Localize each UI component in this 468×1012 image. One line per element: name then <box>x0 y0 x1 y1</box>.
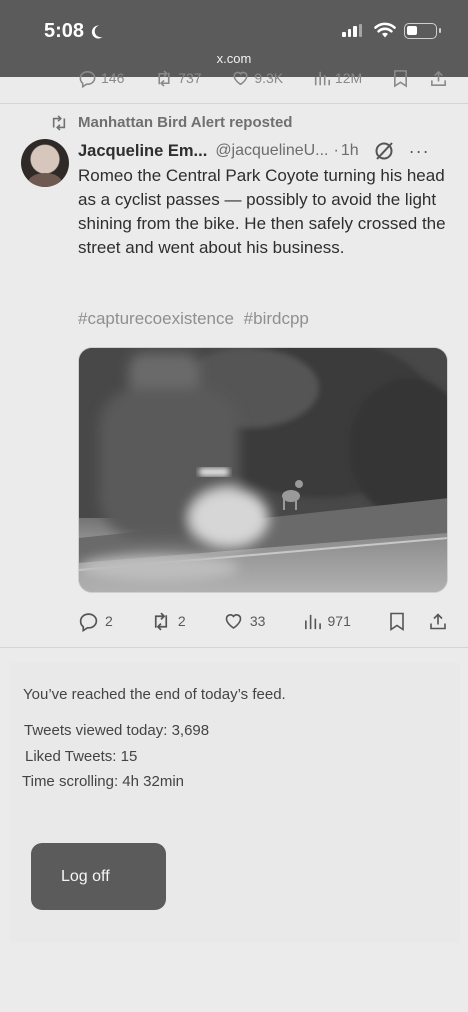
clock: 5:08 <box>44 20 104 43</box>
like-count: 9.3K <box>254 70 284 86</box>
like-action[interactable]: 33 <box>223 611 266 631</box>
views-count: 971 <box>327 613 351 629</box>
tweet-time[interactable]: 1h <box>341 142 359 160</box>
repost-action[interactable]: 737 <box>154 69 202 88</box>
grok-icon[interactable] <box>373 140 395 162</box>
end-of-feed-message: You’ve reached the end of today’s feed. <box>23 686 286 703</box>
reply-icon <box>79 70 96 88</box>
more-options-icon[interactable]: ··· <box>409 141 430 162</box>
like-count: 33 <box>249 613 266 629</box>
author-handle[interactable]: @jacquelineU... <box>215 142 328 160</box>
reply-icon <box>79 612 98 632</box>
reply-action[interactable]: 2 <box>78 611 113 632</box>
log-off-button[interactable]: Log off <box>31 843 166 910</box>
repost-label: Manhattan Bird Alert reposted <box>78 114 293 131</box>
views-count: 12M <box>334 70 363 86</box>
share-group <box>388 611 448 632</box>
repost-indicator[interactable]: Manhattan Bird Alert reposted <box>50 114 292 131</box>
moon-icon <box>91 24 103 38</box>
like-action[interactable]: 9.3K <box>231 69 283 87</box>
wifi-icon <box>374 22 396 38</box>
heart-icon <box>233 71 248 86</box>
clock-time: 5:08 <box>44 20 85 42</box>
tweet-hashtags: #capturecoexistence #birdcpp <box>78 309 309 329</box>
previous-tweet-actions: 146 737 9.3K 12M <box>78 68 448 88</box>
feed-divider <box>0 647 468 648</box>
tweet-actions: 2 2 33 971 <box>78 609 448 633</box>
bookmark-icon[interactable] <box>392 69 409 88</box>
author-avatar[interactable] <box>21 139 69 187</box>
cellular-signal-icon <box>342 24 362 37</box>
photo-scene <box>79 348 447 592</box>
liked-tweets-stat: Liked Tweets: 15 <box>25 748 138 765</box>
repost-action[interactable]: 2 <box>150 611 186 632</box>
repost-count: 2 <box>177 613 186 629</box>
heart-icon <box>225 614 242 629</box>
tweets-viewed-stat: Tweets viewed today: 3,698 <box>24 722 210 739</box>
reply-count: 146 <box>101 70 125 86</box>
separator-dot: · <box>333 142 339 159</box>
battery-icon <box>404 23 441 39</box>
repost-icon <box>158 69 170 87</box>
tweet-photo[interactable] <box>78 347 448 593</box>
hashtag-link[interactable]: #birdcpp <box>244 309 309 328</box>
author-name[interactable]: Jacqueline Em... <box>78 142 207 161</box>
views-action[interactable]: 971 <box>303 612 351 631</box>
views-action[interactable]: 12M <box>313 69 362 87</box>
share-icon[interactable] <box>428 611 448 632</box>
status-bar: 5:08 x.com <box>0 0 468 77</box>
share-group <box>392 69 448 88</box>
repost-icon <box>154 612 167 630</box>
repost-small-icon <box>52 114 66 131</box>
reply-count: 2 <box>105 613 113 629</box>
reply-action[interactable]: 146 <box>78 69 124 88</box>
time-scrolling-stat: Time scrolling: 4h 32min <box>22 773 185 790</box>
repost-count: 737 <box>178 70 202 86</box>
bookmark-icon[interactable] <box>388 611 406 632</box>
views-icon <box>304 614 321 629</box>
tweet-text: Romeo the Central Park Coyote turning hi… <box>78 166 446 257</box>
views-icon <box>314 71 330 86</box>
tweet-divider <box>0 103 468 104</box>
hashtag-link[interactable]: #capturecoexistence <box>78 309 234 328</box>
tweet-header: Jacqueline Em... @jacquelineU... · 1h ··… <box>78 140 448 162</box>
address-bar-url[interactable]: x.com <box>0 51 468 66</box>
share-icon[interactable] <box>429 69 448 88</box>
